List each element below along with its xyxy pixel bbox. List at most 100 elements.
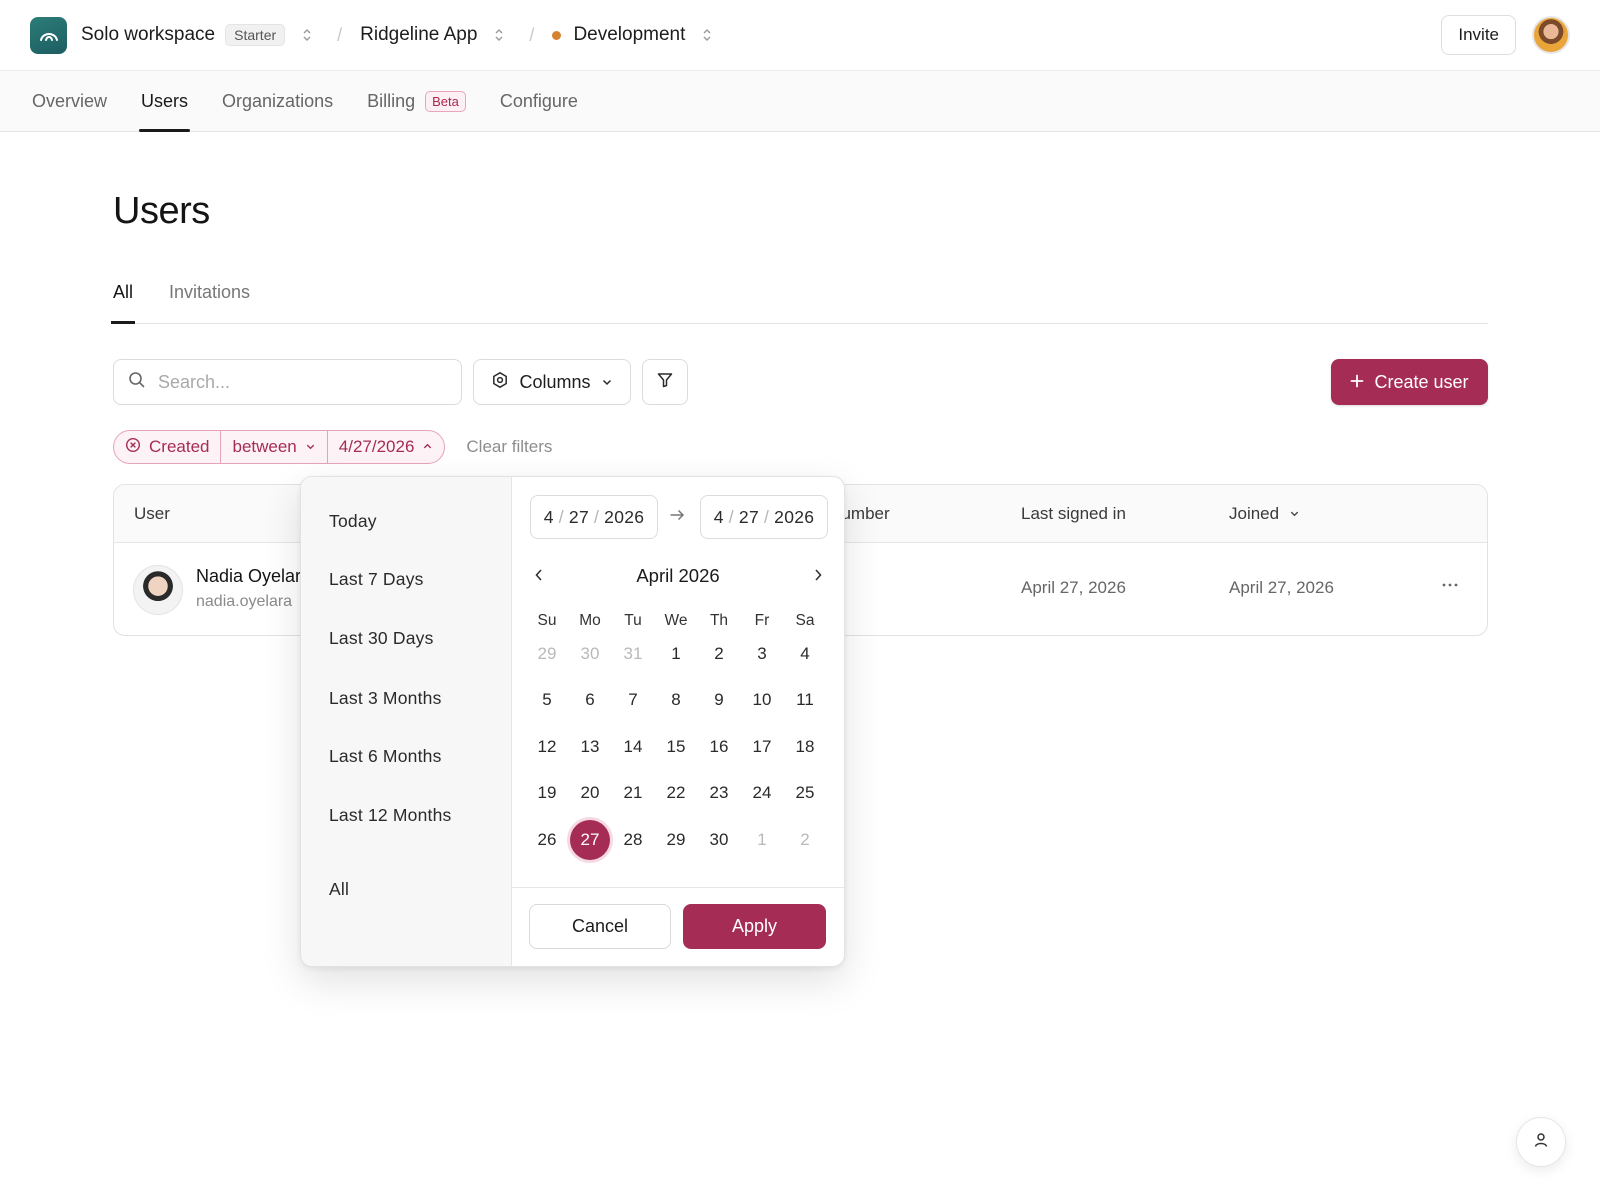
tab-billing[interactable]: Billing Beta: [367, 71, 466, 131]
column-header-user[interactable]: User: [134, 504, 170, 524]
calendar-day[interactable]: 1: [742, 820, 782, 860]
calendar-day[interactable]: 13: [570, 727, 610, 767]
search-field[interactable]: [113, 359, 462, 405]
joined-cell: April 27, 2026: [1229, 578, 1334, 597]
filter-value-dropdown[interactable]: 4/27/2026: [326, 431, 445, 463]
calendar-day[interactable]: 25: [785, 773, 825, 813]
calendar-day[interactable]: 2: [785, 820, 825, 860]
filter-field-segment[interactable]: Created: [114, 431, 220, 463]
user-name: Nadia Oyelar: [196, 566, 302, 586]
popover-footer: Cancel Apply: [512, 887, 844, 966]
calendar-day-selected[interactable]: 27: [570, 820, 610, 860]
preset-last-3-months[interactable]: Last 3 Months: [329, 688, 442, 709]
calendar-day[interactable]: 21: [613, 773, 653, 813]
created-filter-chip: Created between 4/27/2026: [113, 430, 446, 464]
filter-field: Created: [149, 437, 210, 456]
calendar-day[interactable]: 5: [527, 680, 567, 720]
environment-status-dot: [552, 30, 562, 40]
more-horizontal-icon[interactable]: [1438, 573, 1462, 597]
arch-logo-icon[interactable]: [30, 16, 67, 54]
end-month: 4: [713, 506, 724, 527]
calendar-day[interactable]: 26: [527, 820, 567, 860]
calendar-day[interactable]: 22: [656, 773, 696, 813]
calendar-day[interactable]: 20: [570, 773, 610, 813]
tab-organizations[interactable]: Organizations: [222, 71, 333, 131]
app-switcher-icon[interactable]: [493, 28, 505, 42]
preset-today[interactable]: Today: [329, 511, 377, 532]
calendar-day[interactable]: 24: [742, 773, 782, 813]
user-avatar[interactable]: [1532, 16, 1570, 54]
calendar-day[interactable]: 4: [785, 634, 825, 674]
start-year: 2026: [604, 506, 645, 527]
columns-button[interactable]: Columns: [473, 359, 631, 405]
calendar-day[interactable]: 31: [613, 634, 653, 674]
user-support-button[interactable]: [1516, 1117, 1566, 1167]
arrow-right-icon: [669, 508, 685, 527]
tab-label: Overview: [32, 90, 108, 111]
avatar: [133, 565, 183, 615]
tab-overview[interactable]: Overview: [32, 71, 107, 131]
calendar-day[interactable]: 18: [785, 727, 825, 767]
calendar-day[interactable]: 15: [656, 727, 696, 767]
calendar-day[interactable]: 28: [613, 820, 653, 860]
top-header: Solo workspace Starter / Ridgeline App /…: [0, 0, 1600, 70]
subtab-all[interactable]: All: [110, 268, 136, 324]
calendar-day[interactable]: 2: [699, 634, 739, 674]
app-name[interactable]: Ridgeline App: [360, 24, 477, 46]
workspace-name[interactable]: Solo workspace: [81, 24, 215, 46]
column-header-joined[interactable]: Joined: [1229, 504, 1300, 524]
calendar-day[interactable]: 10: [742, 680, 782, 720]
calendar-panel: 4/27/2026 4/27/2026 April 2026 Su Mo Tu We T…: [512, 477, 844, 966]
environment-name[interactable]: Development: [573, 24, 685, 46]
chevron-right-icon[interactable]: [812, 568, 824, 587]
clear-filters-link[interactable]: Clear filters: [466, 437, 552, 457]
calendar-day[interactable]: 14: [613, 727, 653, 767]
weekday-label: Th: [709, 612, 729, 629]
preset-last-7-days[interactable]: Last 7 Days: [329, 569, 424, 590]
filter-icon: [656, 371, 674, 394]
preset-last-30-days[interactable]: Last 30 Days: [329, 628, 434, 649]
calendar-day[interactable]: 19: [527, 773, 567, 813]
create-user-button[interactable]: Create user: [1331, 359, 1488, 405]
calendar-day[interactable]: 16: [699, 727, 739, 767]
user-email: nadia.oyelara: [196, 593, 293, 610]
calendar-day[interactable]: 30: [570, 634, 610, 674]
plus-icon: [1350, 372, 1364, 393]
calendar-day[interactable]: 7: [613, 680, 653, 720]
start-date-input[interactable]: 4/27/2026: [530, 495, 658, 539]
date-separator: /: [728, 506, 734, 527]
calendar-day[interactable]: 1: [656, 634, 696, 674]
filter-operator-dropdown[interactable]: between: [220, 431, 326, 463]
calendar-day[interactable]: 30: [699, 820, 739, 860]
environment-switcher-icon[interactable]: [701, 28, 713, 42]
filter-button[interactable]: [642, 359, 688, 405]
tab-users[interactable]: Users: [139, 71, 191, 132]
date-range-popover: Today Last 7 Days Last 30 Days Last 3 Mo…: [300, 476, 845, 967]
workspace-switcher-icon[interactable]: [301, 28, 313, 42]
tab-configure[interactable]: Configure: [500, 71, 578, 131]
search-input[interactable]: [158, 371, 438, 393]
chevron-down-icon: [1289, 504, 1300, 524]
column-header-last-signed-in[interactable]: Last signed in: [1021, 504, 1126, 524]
date-separator: /: [558, 506, 564, 527]
filter-operator: between: [232, 437, 297, 456]
calendar-day[interactable]: 6: [570, 680, 610, 720]
calendar-day[interactable]: 29: [656, 820, 696, 860]
cancel-button[interactable]: Cancel: [529, 904, 671, 949]
end-date-input[interactable]: 4/27/2026: [700, 495, 828, 539]
calendar-day[interactable]: 23: [699, 773, 739, 813]
calendar-day[interactable]: 11: [785, 680, 825, 720]
preset-last-12-months[interactable]: Last 12 Months: [329, 805, 451, 826]
invite-button[interactable]: Invite: [1441, 15, 1516, 55]
apply-button[interactable]: Apply: [683, 904, 826, 949]
preset-all[interactable]: All: [329, 879, 349, 900]
calendar-day[interactable]: 29: [527, 634, 567, 674]
remove-filter-icon[interactable]: [125, 437, 141, 458]
preset-last-6-months[interactable]: Last 6 Months: [329, 746, 442, 767]
calendar-day[interactable]: 9: [699, 680, 739, 720]
subtab-invitations[interactable]: Invitations: [169, 268, 250, 323]
calendar-day[interactable]: 3: [742, 634, 782, 674]
calendar-day[interactable]: 12: [527, 727, 567, 767]
calendar-day[interactable]: 8: [656, 680, 696, 720]
calendar-day[interactable]: 17: [742, 727, 782, 767]
